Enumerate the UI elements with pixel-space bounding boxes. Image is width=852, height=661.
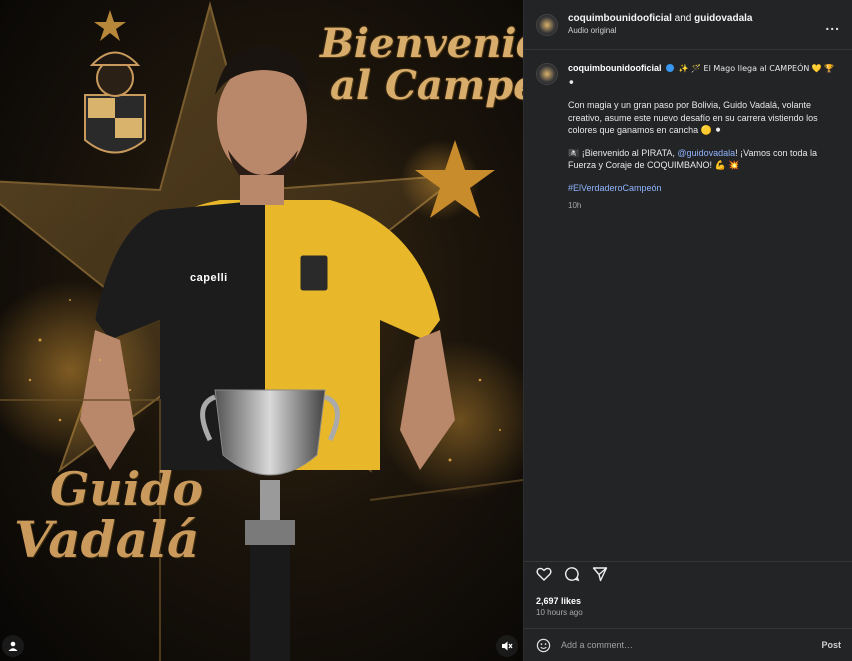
tagged-users-button[interactable] <box>2 635 24 657</box>
action-icons <box>536 566 608 582</box>
comment-bar: Post <box>524 628 852 661</box>
caption-time: 10h <box>568 201 582 210</box>
comment-input[interactable] <box>561 640 822 650</box>
comment-button[interactable] <box>564 566 580 582</box>
actions-divider <box>524 561 852 562</box>
collaborator-link[interactable]: guidovadala <box>694 13 752 24</box>
poster-title-line1: Bienvenido <box>320 20 523 67</box>
post-timestamp: 10 hours ago <box>536 608 583 617</box>
avatar[interactable] <box>536 13 558 36</box>
more-options-button[interactable]: ... <box>825 17 840 33</box>
caption-avatar[interactable] <box>536 63 558 85</box>
caption-body: coquimbounidooficial ✨ 🪄 El Mago llega a… <box>568 62 838 213</box>
verified-badge-icon <box>666 64 675 72</box>
post-header: coquimbounidooficial and guidovadala Aud… <box>524 0 852 50</box>
caption-paragraph-1: Con magia y un gran paso por Bolivia, Gu… <box>568 100 818 135</box>
audio-link[interactable]: Audio original <box>568 25 825 37</box>
hashtag-link[interactable]: #ElVerdaderoCampeón <box>568 183 662 193</box>
caption-paragraph-2: 🏴‍☠️ ¡Bienvenido al PIRATA, @guidovadala… <box>568 147 838 172</box>
trophy <box>200 389 340 661</box>
share-icon <box>592 567 608 582</box>
like-button[interactable] <box>536 566 552 582</box>
mention-link[interactable]: @guidovadala <box>677 148 735 158</box>
comment-icon <box>564 567 580 582</box>
header-meta: coquimbounidooficial and guidovadala Aud… <box>568 12 825 37</box>
mute-button[interactable] <box>496 635 518 657</box>
post-comment-button[interactable]: Post <box>821 640 841 650</box>
poster-player-name-line2: Vadalá <box>14 510 200 569</box>
club-crest <box>84 51 146 154</box>
likes-count[interactable]: 2,697 likes <box>536 596 581 606</box>
emoji-icon[interactable] <box>536 638 551 653</box>
caption: coquimbounidooficial ✨ 🪄 El Mago llega a… <box>524 50 852 213</box>
poster-player-name-line1: Guido <box>50 462 204 516</box>
user-icon <box>8 641 18 651</box>
joiner-text: and <box>674 13 692 24</box>
header-accounts: coquimbounidooficial and guidovadala <box>568 12 825 25</box>
post-sidebar: coquimbounidooficial and guidovadala Aud… <box>523 0 852 661</box>
post-dialog: Bienvenido al Campeón capelli Guido Vada… <box>0 0 852 661</box>
caption-username[interactable]: coquimbounidooficial <box>568 63 662 73</box>
heart-icon <box>536 567 552 581</box>
caption-p2-before: 🏴‍☠️ ¡Bienvenido al PIRATA, <box>568 147 678 158</box>
shirt-brand-logo: capelli <box>190 272 228 284</box>
share-button[interactable] <box>592 566 608 582</box>
mute-icon <box>502 641 513 651</box>
poster-title-line2: al Campeón <box>330 62 523 109</box>
post-media[interactable]: Bienvenido al Campeón capelli Guido Vada… <box>0 0 523 661</box>
account-link[interactable]: coquimbounidooficial <box>568 13 672 24</box>
